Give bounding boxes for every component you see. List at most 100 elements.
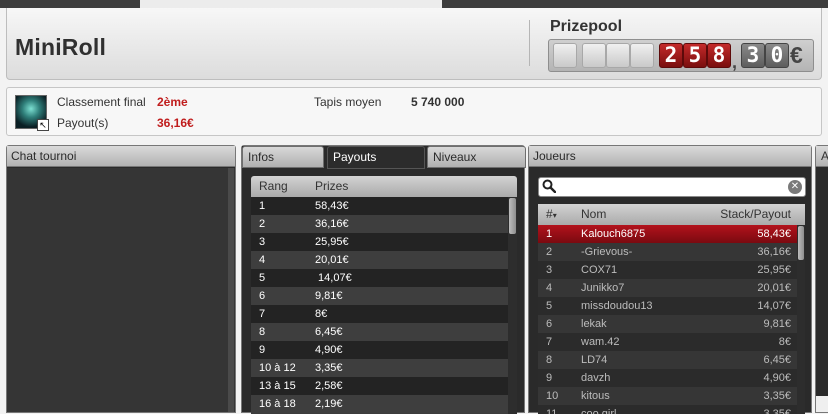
active-window-tab[interactable] <box>140 0 442 8</box>
prizepool-digit: 3 <box>741 43 765 68</box>
prizepool-digit <box>553 43 577 68</box>
player-row[interactable]: 3 COX71 25,95€ <box>538 261 805 279</box>
tapis-moyen-label: Tapis moyen <box>314 95 382 109</box>
tab-infos[interactable]: Infos <box>242 146 324 168</box>
tab-payouts[interactable]: Payouts <box>327 146 425 169</box>
payout-row: 9 4,90€ <box>251 341 517 359</box>
payouts-table-header: Rang Prizes <box>251 176 517 197</box>
player-name: missdoudou13 <box>581 300 653 312</box>
player-name: Junikko7 <box>581 282 625 294</box>
joueurs-table: #▾ Nom Stack/Payout 1 Kalouch6875 58,43€ 2 -… <box>538 204 805 414</box>
player-payout: 6,45€ <box>763 354 791 366</box>
payout-rank: 3 <box>259 236 266 248</box>
payout-rank: 6 <box>259 290 266 302</box>
payout-prize: 4,90€ <box>315 344 343 356</box>
player-rank: 10 <box>546 390 559 402</box>
player-name: lekak <box>581 318 607 330</box>
player-row[interactable]: 10 kitous 3,35€ <box>538 387 805 405</box>
payout-rank: 9 <box>259 344 266 356</box>
player-payout: 3,35€ <box>763 390 791 402</box>
column-header-stack-payout[interactable]: Stack/Payout <box>720 204 791 225</box>
prizepool-digit: 5 <box>683 43 707 68</box>
payouts-table-body: 1 58,43€ 2 36,16€ 3 25,95€ 4 20,01€ 5 14,07€ 6 9,8… <box>251 197 517 413</box>
player-rank: 5 <box>546 300 553 312</box>
payout-row: 5 14,07€ <box>251 269 517 287</box>
payout-rank: 1 <box>259 200 266 212</box>
tournament-title: MiniRoll <box>15 34 107 60</box>
player-rank: 2 <box>546 246 553 258</box>
prizepool-counter: 2 5 8 , 3 0 € <box>548 39 814 72</box>
player-name: -Grievous- <box>581 246 633 258</box>
payout-row: 3 25,95€ <box>251 233 517 251</box>
player-rank: 8 <box>546 354 553 366</box>
payout-prize: 14,07€ <box>315 272 352 284</box>
payout-prize: 2,19€ <box>315 398 343 410</box>
player-row[interactable]: 9 davzh 4,90€ <box>538 369 805 387</box>
payouts-scrollbar-thumb[interactable] <box>509 198 516 234</box>
joueurs-scrollbar-thumb[interactable] <box>798 226 804 260</box>
player-payout: 4,90€ <box>763 372 791 384</box>
payout-rank: 13 à 15 <box>259 380 296 392</box>
column-header-rank[interactable]: #▾ <box>546 204 557 226</box>
player-row[interactable]: 6 lekak 9,81€ <box>538 315 805 333</box>
payouts-panel-tabs: Infos Payouts Niveaux <box>242 146 526 169</box>
prizepool-digit: 0 <box>765 43 789 68</box>
payout-row: 2 36,16€ <box>251 215 517 233</box>
window-top-strip <box>0 0 828 8</box>
player-rank: 4 <box>546 282 553 294</box>
tab-niveaux[interactable]: Niveaux <box>427 146 526 168</box>
player-payout: 36,16€ <box>757 246 791 258</box>
player-payout: 58,43€ <box>757 228 791 240</box>
chat-messages-area[interactable] <box>7 168 235 412</box>
payout-rank: 16 à 18 <box>259 398 296 410</box>
joueurs-scrollbar[interactable] <box>797 225 805 414</box>
payout-row: 4 20,01€ <box>251 251 517 269</box>
player-rank: 7 <box>546 336 553 348</box>
player-payout: 25,95€ <box>757 264 791 276</box>
right-panel-field[interactable] <box>816 396 828 412</box>
player-payout: 9,81€ <box>763 318 791 330</box>
arrow-cursor-icon: ↖ <box>37 119 49 131</box>
payouts-table: Rang Prizes 1 58,43€ 2 36,16€ 3 25,95€ 4 20,01€… <box>251 176 517 414</box>
chat-scrollbar[interactable] <box>228 168 234 412</box>
player-search-box: ✕ <box>538 177 806 197</box>
classement-label: Classement final <box>57 95 146 109</box>
joueurs-table-body: 1 Kalouch6875 58,43€ 2 -Grievous- 36,16€ 3 COX7… <box>538 225 805 414</box>
payout-label: Payout(s) <box>57 116 109 130</box>
player-row[interactable]: 8 LD74 6,45€ <box>538 351 805 369</box>
column-header-rang[interactable]: Rang <box>259 176 288 197</box>
payout-rank: 5 <box>259 272 266 284</box>
player-row[interactable]: 5 missdoudou13 14,07€ <box>538 297 805 315</box>
payout-prize: 6,45€ <box>315 326 343 338</box>
tournament-header: MiniRoll Prizepool 2 5 8 , 3 0 € <box>6 8 822 80</box>
player-row[interactable]: 1 Kalouch6875 58,43€ <box>538 225 805 243</box>
right-panel-title: A <box>816 146 828 167</box>
prizepool-digit: 2 <box>659 43 683 68</box>
payouts-panel: Infos Payouts Niveaux Rang Prizes 1 58,43… <box>241 145 526 414</box>
prizepool-digit <box>630 43 654 68</box>
player-payout: 20,01€ <box>757 282 791 294</box>
player-name: wam.42 <box>581 336 620 348</box>
prizepool-label: Prizepool <box>550 18 623 35</box>
player-name: davzh <box>581 372 611 384</box>
player-search-input[interactable] <box>561 179 781 195</box>
payouts-scrollbar[interactable] <box>508 197 517 414</box>
column-header-nom[interactable]: Nom <box>581 204 606 225</box>
player-name: kitous <box>581 390 610 402</box>
player-avatar[interactable]: ↖ <box>15 95 49 131</box>
player-row[interactable]: 4 Junikko7 20,01€ <box>538 279 805 297</box>
clear-search-icon[interactable]: ✕ <box>788 180 802 194</box>
chat-panel: Chat tournoi <box>6 145 236 413</box>
payout-rank: 10 à 12 <box>259 362 296 374</box>
column-header-prizes[interactable]: Prizes <box>315 176 348 197</box>
prizepool-digit: 8 <box>707 43 731 68</box>
chat-panel-title: Chat tournoi <box>7 146 235 167</box>
joueurs-panel-title: Joueurs <box>529 146 811 167</box>
player-row[interactable]: 2 -Grievous- 36,16€ <box>538 243 805 261</box>
player-row[interactable]: 7 wam.42 8€ <box>538 333 805 351</box>
payout-prize: 9,81€ <box>315 290 343 302</box>
player-rank: 3 <box>546 264 553 276</box>
sort-arrow-icon: ▾ <box>552 211 557 220</box>
player-name: Kalouch6875 <box>581 228 646 240</box>
payout-rank: 8 <box>259 326 266 338</box>
